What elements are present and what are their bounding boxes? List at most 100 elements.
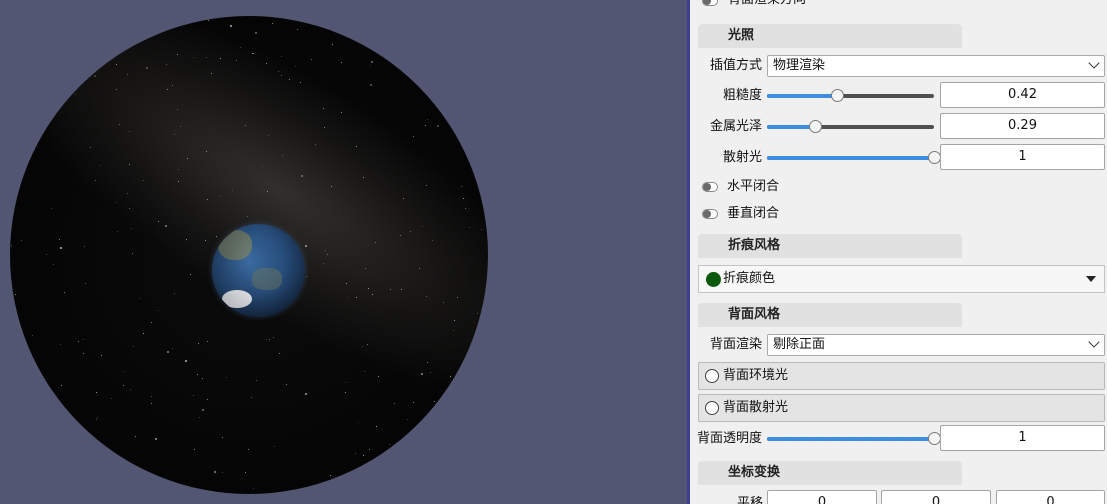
star-dot	[289, 79, 290, 80]
star-dot	[407, 419, 408, 420]
star-dot	[226, 377, 227, 378]
star-dot	[442, 477, 443, 478]
star-dot	[165, 225, 167, 227]
backface-render-label: 背面渲染	[710, 337, 763, 352]
3d-viewport[interactable]	[0, 0, 687, 504]
star-dot	[69, 72, 70, 73]
interp-label: 插值方式	[710, 58, 763, 73]
star-dot	[162, 29, 163, 30]
star-dot	[266, 63, 267, 64]
backface-opacity-label: 背面透明度	[697, 431, 763, 446]
star-dot	[220, 58, 221, 59]
backface-opacity-input[interactable]: 1	[940, 425, 1105, 451]
star-dot	[155, 438, 157, 440]
star-dot	[295, 66, 296, 67]
translate-y-input[interactable]: 0	[881, 490, 991, 504]
radio-icon	[705, 369, 719, 383]
star-dot	[177, 54, 178, 55]
vertical-close-label: 垂直闭合	[727, 206, 780, 221]
star-dot	[267, 191, 268, 192]
diffuse-label: 散射光	[723, 150, 763, 165]
star-dot	[101, 355, 102, 356]
star-dot	[220, 196, 221, 197]
section-crease-header[interactable]: 折痕风格	[698, 234, 962, 258]
star-dot	[10, 166, 12, 168]
roughness-input[interactable]: 0.42	[940, 82, 1105, 108]
backface-ambient-option[interactable]: 背面环境光	[698, 362, 1105, 390]
star-dot	[135, 436, 136, 437]
star-dot	[216, 236, 217, 237]
star-dot	[390, 289, 391, 290]
star-dot	[421, 373, 423, 375]
radio-icon	[705, 401, 719, 415]
star-dot	[305, 245, 307, 247]
star-dot	[194, 449, 195, 450]
star-dot	[236, 60, 237, 61]
metallic-slider-handle[interactable]	[809, 120, 823, 133]
star-dot	[467, 19, 468, 20]
backface-direction-toggle[interactable]	[702, 0, 718, 6]
properties-panel: 背面渲染方向 光照 插值方式 物理渲染 粗糙度 0.42 金属光泽 0.29 散…	[690, 0, 1107, 504]
star-dot	[193, 395, 194, 396]
star-dot	[84, 246, 85, 247]
star-dot	[269, 339, 270, 340]
star-dot	[378, 376, 379, 377]
star-dot	[375, 242, 376, 243]
star-dot	[325, 250, 326, 251]
backface-render-select-value: 剔除正面	[773, 337, 826, 352]
star-dot	[177, 109, 178, 110]
star-dot	[57, 58, 58, 59]
star-dot	[11, 113, 12, 114]
star-dot	[172, 85, 173, 86]
crease-color-dropdown[interactable]: 折痕颜色	[698, 265, 1105, 293]
backface-ambient-label: 背面环境光	[723, 368, 789, 383]
star-dot	[356, 146, 357, 147]
star-dot	[186, 239, 187, 240]
star-dot	[480, 379, 481, 380]
star-dot	[323, 108, 324, 109]
metallic-slider[interactable]	[767, 120, 934, 134]
star-dot	[60, 344, 61, 345]
section-lighting-header[interactable]: 光照	[698, 24, 962, 48]
roughness-slider-handle[interactable]	[831, 89, 845, 102]
crease-color-swatch	[706, 272, 721, 287]
section-backface-header[interactable]: 背面风格	[698, 303, 962, 327]
star-dot	[78, 86, 79, 87]
star-dot	[51, 208, 52, 209]
star-dot	[370, 65, 371, 66]
star-dot	[425, 125, 426, 126]
diffuse-input[interactable]: 1	[940, 144, 1105, 170]
section-transform-header[interactable]: 坐标变换	[698, 461, 962, 485]
translate-x-input[interactable]: 0	[767, 490, 877, 504]
star-dot	[483, 319, 484, 320]
horizontal-close-toggle[interactable]	[702, 182, 718, 192]
star-dot	[469, 227, 470, 228]
translate-z-input[interactable]: 0	[996, 490, 1105, 504]
star-dot	[327, 254, 328, 255]
star-dot	[262, 166, 263, 167]
metallic-input[interactable]: 0.29	[940, 113, 1105, 139]
star-dot	[253, 488, 254, 489]
backface-diffuse-label: 背面散射光	[723, 400, 789, 415]
backface-render-select[interactable]: 剔除正面	[767, 334, 1105, 356]
interp-select[interactable]: 物理渲染	[767, 55, 1105, 77]
backface-opacity-slider[interactable]	[767, 432, 941, 446]
star-dot	[127, 193, 128, 194]
star-dot	[90, 147, 91, 148]
star-dot	[461, 186, 462, 187]
star-dot	[253, 53, 254, 54]
star-dot	[172, 348, 173, 349]
star-dot	[205, 240, 206, 241]
star-dot	[167, 89, 168, 90]
star-dot	[133, 346, 134, 347]
diffuse-slider[interactable]	[767, 151, 941, 165]
star-dot	[251, 397, 252, 398]
star-dot	[206, 57, 207, 58]
star-dot	[129, 131, 130, 132]
vertical-close-toggle[interactable]	[702, 209, 718, 219]
backface-diffuse-option[interactable]: 背面散射光	[698, 394, 1105, 422]
roughness-slider[interactable]	[767, 89, 934, 103]
star-dot	[158, 310, 159, 311]
star-dot	[430, 372, 431, 373]
star-dot	[345, 382, 346, 383]
